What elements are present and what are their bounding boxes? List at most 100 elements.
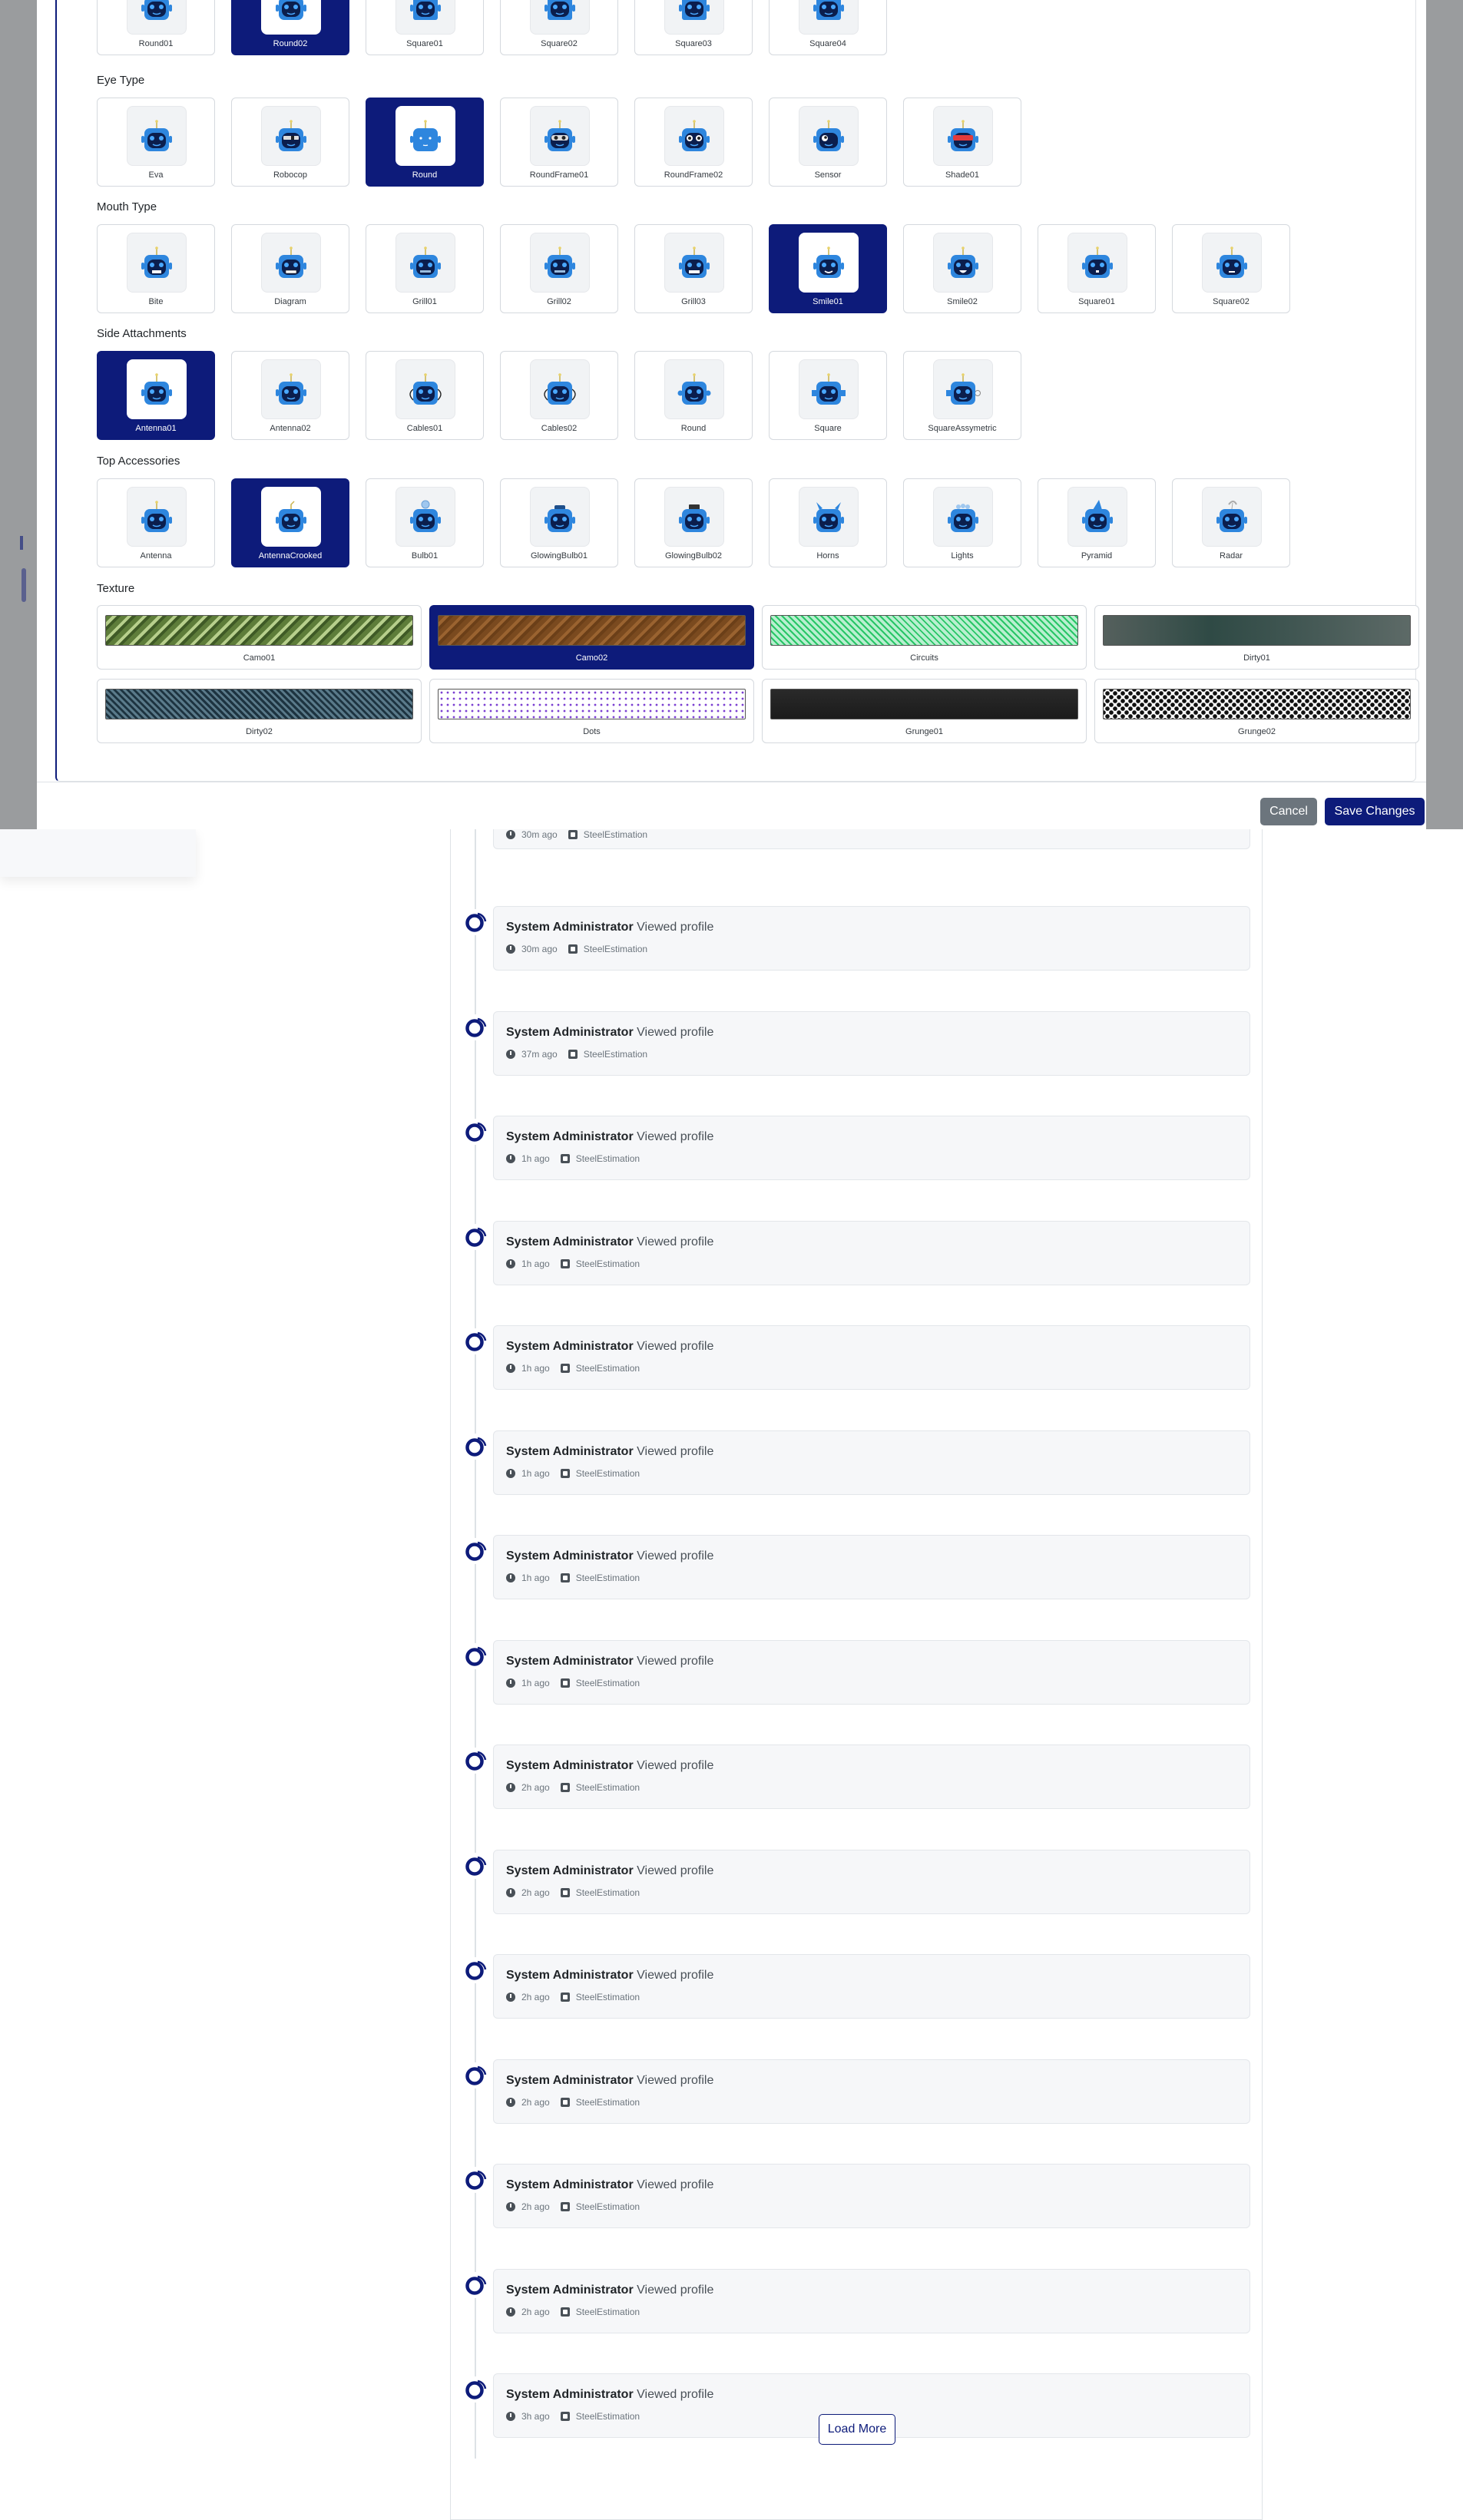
activity-source: SteelEstimation <box>575 2306 640 2317</box>
robot-avatar-icon <box>799 359 859 419</box>
option-mouth-type-square02[interactable]: Square02 <box>1172 224 1290 313</box>
option-eye-type-robocop[interactable]: Robocop <box>231 98 349 187</box>
activity-action: Viewed profile <box>637 921 714 934</box>
cancel-button[interactable]: Cancel <box>1260 798 1317 825</box>
texture-label: Circuits <box>910 653 938 663</box>
option-mouth-type-grill03[interactable]: Grill03 <box>634 224 753 313</box>
activity-source: SteelEstimation <box>575 1153 640 1164</box>
activity-ring-icon <box>462 1328 488 1354</box>
option-side-attachments-antenna02[interactable]: Antenna02 <box>231 351 349 440</box>
texture-option-grunge02[interactable]: Grunge02 <box>1094 679 1419 743</box>
sidebar-shadow <box>0 829 196 877</box>
option-eye-type-eva[interactable]: Eva <box>97 98 215 187</box>
activity-time: 1h ago <box>521 1677 550 1688</box>
option-mouth-type-grill01[interactable]: Grill01 <box>366 224 484 313</box>
application-icon <box>560 1364 570 1373</box>
activity-user: System Administrator <box>506 1654 634 1668</box>
clock-icon <box>506 2307 515 2317</box>
texture-label: Grunge02 <box>1238 727 1276 736</box>
activity-action: Viewed profile <box>637 2388 714 2401</box>
option-face-shape-round01[interactable]: Round01 <box>97 0 215 55</box>
option-mouth-type-smile02[interactable]: Smile02 <box>903 224 1021 313</box>
texture-option-grunge01[interactable]: Grunge01 <box>762 679 1087 743</box>
option-top-accessories-horns[interactable]: Horns <box>769 478 887 567</box>
activity-time: 2h ago <box>521 2306 550 2317</box>
application-icon <box>560 1887 570 1897</box>
activity-time: 2h ago <box>521 2096 550 2108</box>
option-top-accessories-glowingbulb01[interactable]: GlowingBulb01 <box>500 478 618 567</box>
option-face-shape-square03[interactable]: Square03 <box>634 0 753 55</box>
robot-avatar-icon <box>1202 233 1262 293</box>
texture-option-dirty02[interactable]: Dirty02 <box>97 679 422 743</box>
option-eye-type-roundframe02[interactable]: RoundFrame02 <box>634 98 753 187</box>
clock-icon <box>506 1258 515 1268</box>
activity-action: Viewed profile <box>637 1235 714 1248</box>
option-side-attachments-cables01[interactable]: Cables01 <box>366 351 484 440</box>
activity-time: 1h ago <box>521 1258 550 1269</box>
option-label: Round <box>680 424 707 433</box>
robot-avatar-icon <box>530 106 590 166</box>
option-top-accessories-pyramid[interactable]: Pyramid <box>1038 478 1156 567</box>
activity-user: System Administrator <box>506 1340 634 1353</box>
option-label: Square01 <box>406 39 443 48</box>
texture-swatch <box>105 689 413 719</box>
texture-option-circuits[interactable]: Circuits <box>762 605 1087 670</box>
robot-avatar-icon <box>1067 487 1127 547</box>
option-face-shape-square02[interactable]: Square02 <box>500 0 618 55</box>
timeline-item: System Administrator Viewed profile 2h ag… <box>462 1849 1250 1914</box>
option-side-attachments-round[interactable]: Round <box>634 351 753 440</box>
option-mouth-type-grill02[interactable]: Grill02 <box>500 224 618 313</box>
texture-option-dots[interactable]: Dots <box>429 679 754 743</box>
option-mouth-type-diagram[interactable]: Diagram <box>231 224 349 313</box>
option-face-shape-round02[interactable]: Round02 <box>231 0 349 55</box>
activity-action: Viewed profile <box>637 1759 714 1772</box>
robot-avatar-icon <box>1202 487 1262 547</box>
option-face-shape-square04[interactable]: Square04 <box>769 0 887 55</box>
activity-source: SteelEstimation <box>575 1467 640 1479</box>
option-side-attachments-square[interactable]: Square <box>769 351 887 440</box>
activity-ring-icon <box>462 2376 488 2403</box>
timeline-entry: System Administrator Viewed profile 2h ag… <box>493 2059 1250 2124</box>
option-top-accessories-antenna[interactable]: Antenna <box>97 478 215 567</box>
option-label: Antenna01 <box>135 424 177 433</box>
clock-icon <box>506 1154 515 1163</box>
avatar-options-panel[interactable]: Round01 Round02 Square01 Square02 Square03 Sq… <box>55 0 1419 782</box>
option-mouth-type-bite[interactable]: Bite <box>97 224 215 313</box>
option-mouth-type-smile01[interactable]: Smile01 <box>769 224 887 313</box>
option-top-accessories-lights[interactable]: Lights <box>903 478 1021 567</box>
option-eye-type-round[interactable]: Round <box>366 98 484 187</box>
texture-option-camo01[interactable]: Camo01 <box>97 605 422 670</box>
texture-option-dirty01[interactable]: Dirty01 <box>1094 605 1419 670</box>
option-top-accessories-antennacrooked[interactable]: AntennaCrooked <box>231 478 349 567</box>
option-top-accessories-bulb01[interactable]: Bulb01 <box>366 478 484 567</box>
timeline-item: System Administrator Viewed profile 1h ag… <box>462 1220 1250 1285</box>
option-side-attachments-antenna01[interactable]: Antenna01 <box>97 351 215 440</box>
robot-avatar-icon <box>799 233 859 293</box>
timeline-item: System Administrator Viewed profile 2h ag… <box>462 2164 1250 2228</box>
texture-option-camo02[interactable]: Camo02 <box>429 605 754 670</box>
modal-footer: Cancel Save Changes <box>37 782 1426 829</box>
option-label: Square01 <box>1078 297 1115 306</box>
option-side-attachments-cables02[interactable]: Cables02 <box>500 351 618 440</box>
option-label: Round <box>412 170 438 180</box>
activity-source: SteelEstimation <box>575 1363 640 1374</box>
option-label: Cables02 <box>541 424 578 433</box>
option-top-accessories-radar[interactable]: Radar <box>1172 478 1290 567</box>
option-eye-type-roundframe01[interactable]: RoundFrame01 <box>500 98 618 187</box>
activity-ring-icon <box>462 1538 488 1564</box>
save-changes-button[interactable]: Save Changes <box>1325 798 1425 825</box>
option-face-shape-square01[interactable]: Square01 <box>366 0 484 55</box>
robot-avatar-icon <box>799 106 859 166</box>
timeline-item: System Administrator Viewed profile 1h ag… <box>462 1325 1250 1390</box>
option-top-accessories-glowingbulb02[interactable]: GlowingBulb02 <box>634 478 753 567</box>
option-side-attachments-squareassymetric[interactable]: SquareAssymetric <box>903 351 1021 440</box>
option-mouth-type-square01[interactable]: Square01 <box>1038 224 1156 313</box>
activity-user: System Administrator <box>506 1864 634 1877</box>
load-more-button[interactable]: Load More <box>819 2414 895 2445</box>
option-label: Cables01 <box>406 424 443 433</box>
texture-label: Grunge01 <box>905 727 943 736</box>
option-eye-type-shade01[interactable]: Shade01 <box>903 98 1021 187</box>
activity-user: System Administrator <box>506 1130 634 1143</box>
timeline-item: System Administrator Viewed profile 1h ag… <box>462 1535 1250 1599</box>
option-eye-type-sensor[interactable]: Sensor <box>769 98 887 187</box>
